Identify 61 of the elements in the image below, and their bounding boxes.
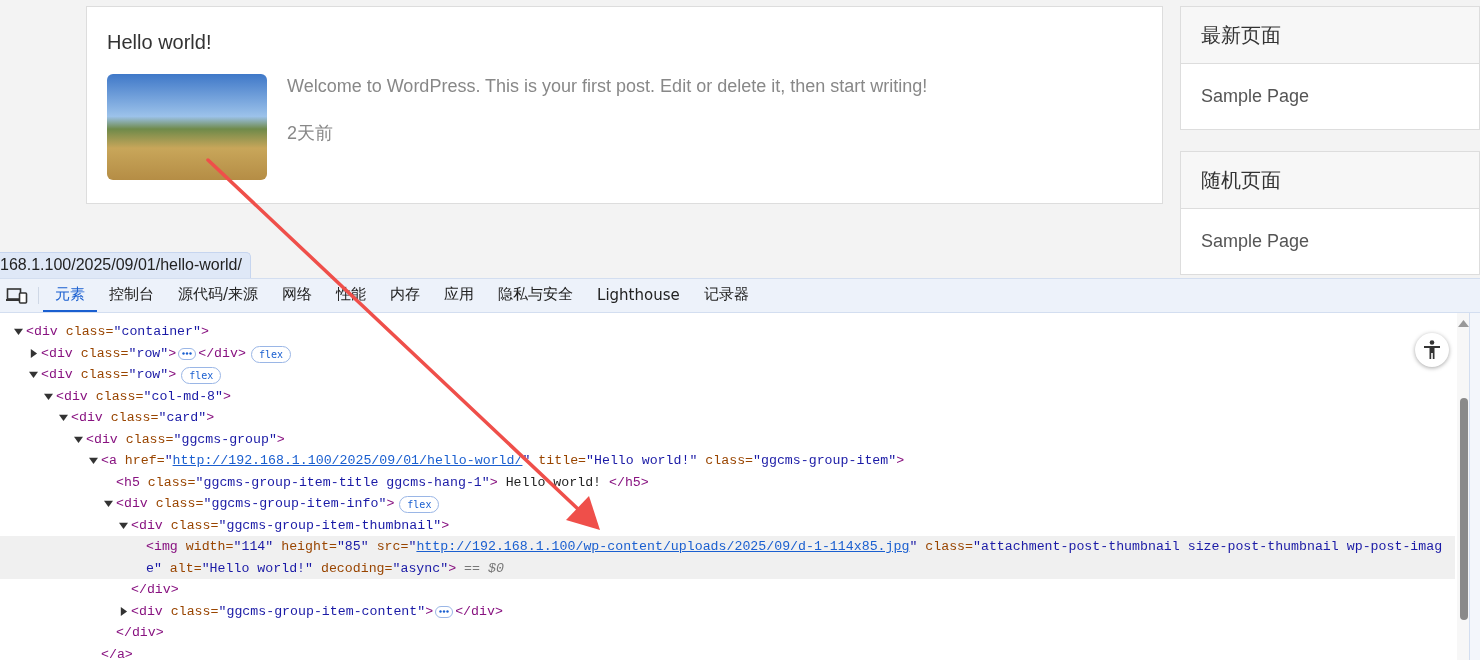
page-link[interactable]: Sample Page: [1201, 86, 1310, 107]
devtools-tab[interactable]: 记录器: [691, 279, 761, 312]
expand-triangle-icon[interactable]: [119, 606, 128, 616]
accessibility-button[interactable]: [1415, 333, 1449, 367]
code-text: </div>: [198, 344, 246, 363]
devtools-tab[interactable]: 内存: [378, 279, 433, 312]
code-text: </div>: [455, 602, 503, 621]
devtools-tab[interactable]: 隐私与安全: [486, 279, 586, 312]
collapse-triangle-icon[interactable]: [74, 434, 83, 444]
tree-row[interactable]: <div class="ggcms-group-item-thumbnail">: [0, 514, 1455, 536]
code-text: <img width="114" height="85" src="http://192.168.1.100/wp-content/uploads/2025/09/d-1-114x85.jpg" class="attachment-post-thumbnail size-post-thumbnail wp-post-image" alt="Hello world!" decoding="async"> == $0: [146, 538, 1444, 578]
widget-title: 随机页面: [1181, 152, 1479, 209]
tree-row[interactable]: <div class="card">: [0, 407, 1455, 429]
scroll-up-icon[interactable]: [1458, 319, 1469, 327]
code-text: <div class="card">: [71, 409, 215, 427]
code-text: <div class="row">: [41, 344, 177, 363]
tree-row[interactable]: <div class="ggcms-group-item-content"> </div>: [0, 600, 1455, 622]
code-text: <div class="ggcms-group">: [86, 430, 285, 449]
collapse-triangle-icon[interactable]: [29, 370, 38, 380]
code-text: </a>: [101, 645, 133, 660]
collapse-triangle-icon[interactable]: [14, 327, 23, 337]
devtools-tab[interactable]: 应用: [432, 279, 487, 312]
tree-row[interactable]: <div class="col-md-8">: [0, 385, 1455, 407]
code-text: <div class="ggcms-group-item-info">: [116, 495, 395, 513]
tree-row[interactable]: <div class="ggcms-group-item-info"> flex: [0, 493, 1455, 515]
code-text: <div class="ggcms-group-item-thumbnail">: [131, 516, 450, 535]
widget-title: 最新页面: [1181, 7, 1479, 64]
collapse-triangle-icon[interactable]: [59, 413, 68, 423]
dots-icon: [182, 352, 193, 355]
devtools-tab[interactable]: 网络: [270, 279, 325, 312]
post-date: 2天前: [287, 122, 334, 145]
code-text: <h5 class="ggcms-group-item-title ggcms-hang-1"> Hello world! </h5>: [116, 473, 649, 492]
device-toggle-icon[interactable]: [6, 287, 28, 305]
tree-row[interactable]: <div class="row"> </div> flex: [0, 342, 1455, 364]
code-text: </div>: [131, 581, 179, 599]
post-title[interactable]: Hello world!: [107, 31, 1142, 54]
tree-row[interactable]: <div class="container">: [0, 321, 1455, 343]
collapse-triangle-icon[interactable]: [44, 391, 53, 401]
code-text: <div class="ggcms-group-item-content">: [131, 602, 434, 621]
page-link[interactable]: Sample Page: [1201, 231, 1310, 252]
accessibility-icon: [1423, 340, 1441, 360]
dots-icon: [439, 610, 450, 613]
code-text: <div class="row">: [41, 366, 177, 384]
expand-triangle-icon[interactable]: [29, 348, 38, 358]
collapse-triangle-icon[interactable]: [104, 499, 113, 509]
code-text: </div>: [116, 624, 164, 642]
code-text: <div class="container">: [26, 323, 209, 341]
collapse-triangle-icon[interactable]: [119, 520, 128, 530]
devtools-tab[interactable]: 控制台: [97, 279, 166, 312]
tree-row[interactable]: <div class="ggcms-group">: [0, 428, 1455, 450]
tree-row[interactable]: <div class="row"> flex: [0, 364, 1455, 386]
devtools-tab[interactable]: 源代码/来源: [166, 279, 271, 312]
scrollbar-thumb[interactable]: [1460, 398, 1468, 620]
url-link[interactable]: http://192.168.1.100/wp-content/uploads/2025/09/d-1-114x85.jpg: [416, 539, 910, 554]
collapse-triangle-icon[interactable]: [89, 456, 98, 466]
tree-row[interactable]: <h5 class="ggcms-group-item-title ggcms-hang-1"> Hello world! </h5>: [0, 471, 1455, 493]
code-text: <div class="col-md-8">: [56, 387, 231, 406]
devtools-tab[interactable]: Lighthouse: [585, 279, 692, 312]
url-link[interactable]: http://192.168.1.100/2025/09/01/hello-world/: [172, 453, 523, 468]
post-excerpt: Welcome to WordPress. This is your first post. Edit or delete it, then start writing!: [287, 76, 928, 97]
link-preview: 168.1.100/2025/09/01/hello-world/: [0, 252, 251, 278]
